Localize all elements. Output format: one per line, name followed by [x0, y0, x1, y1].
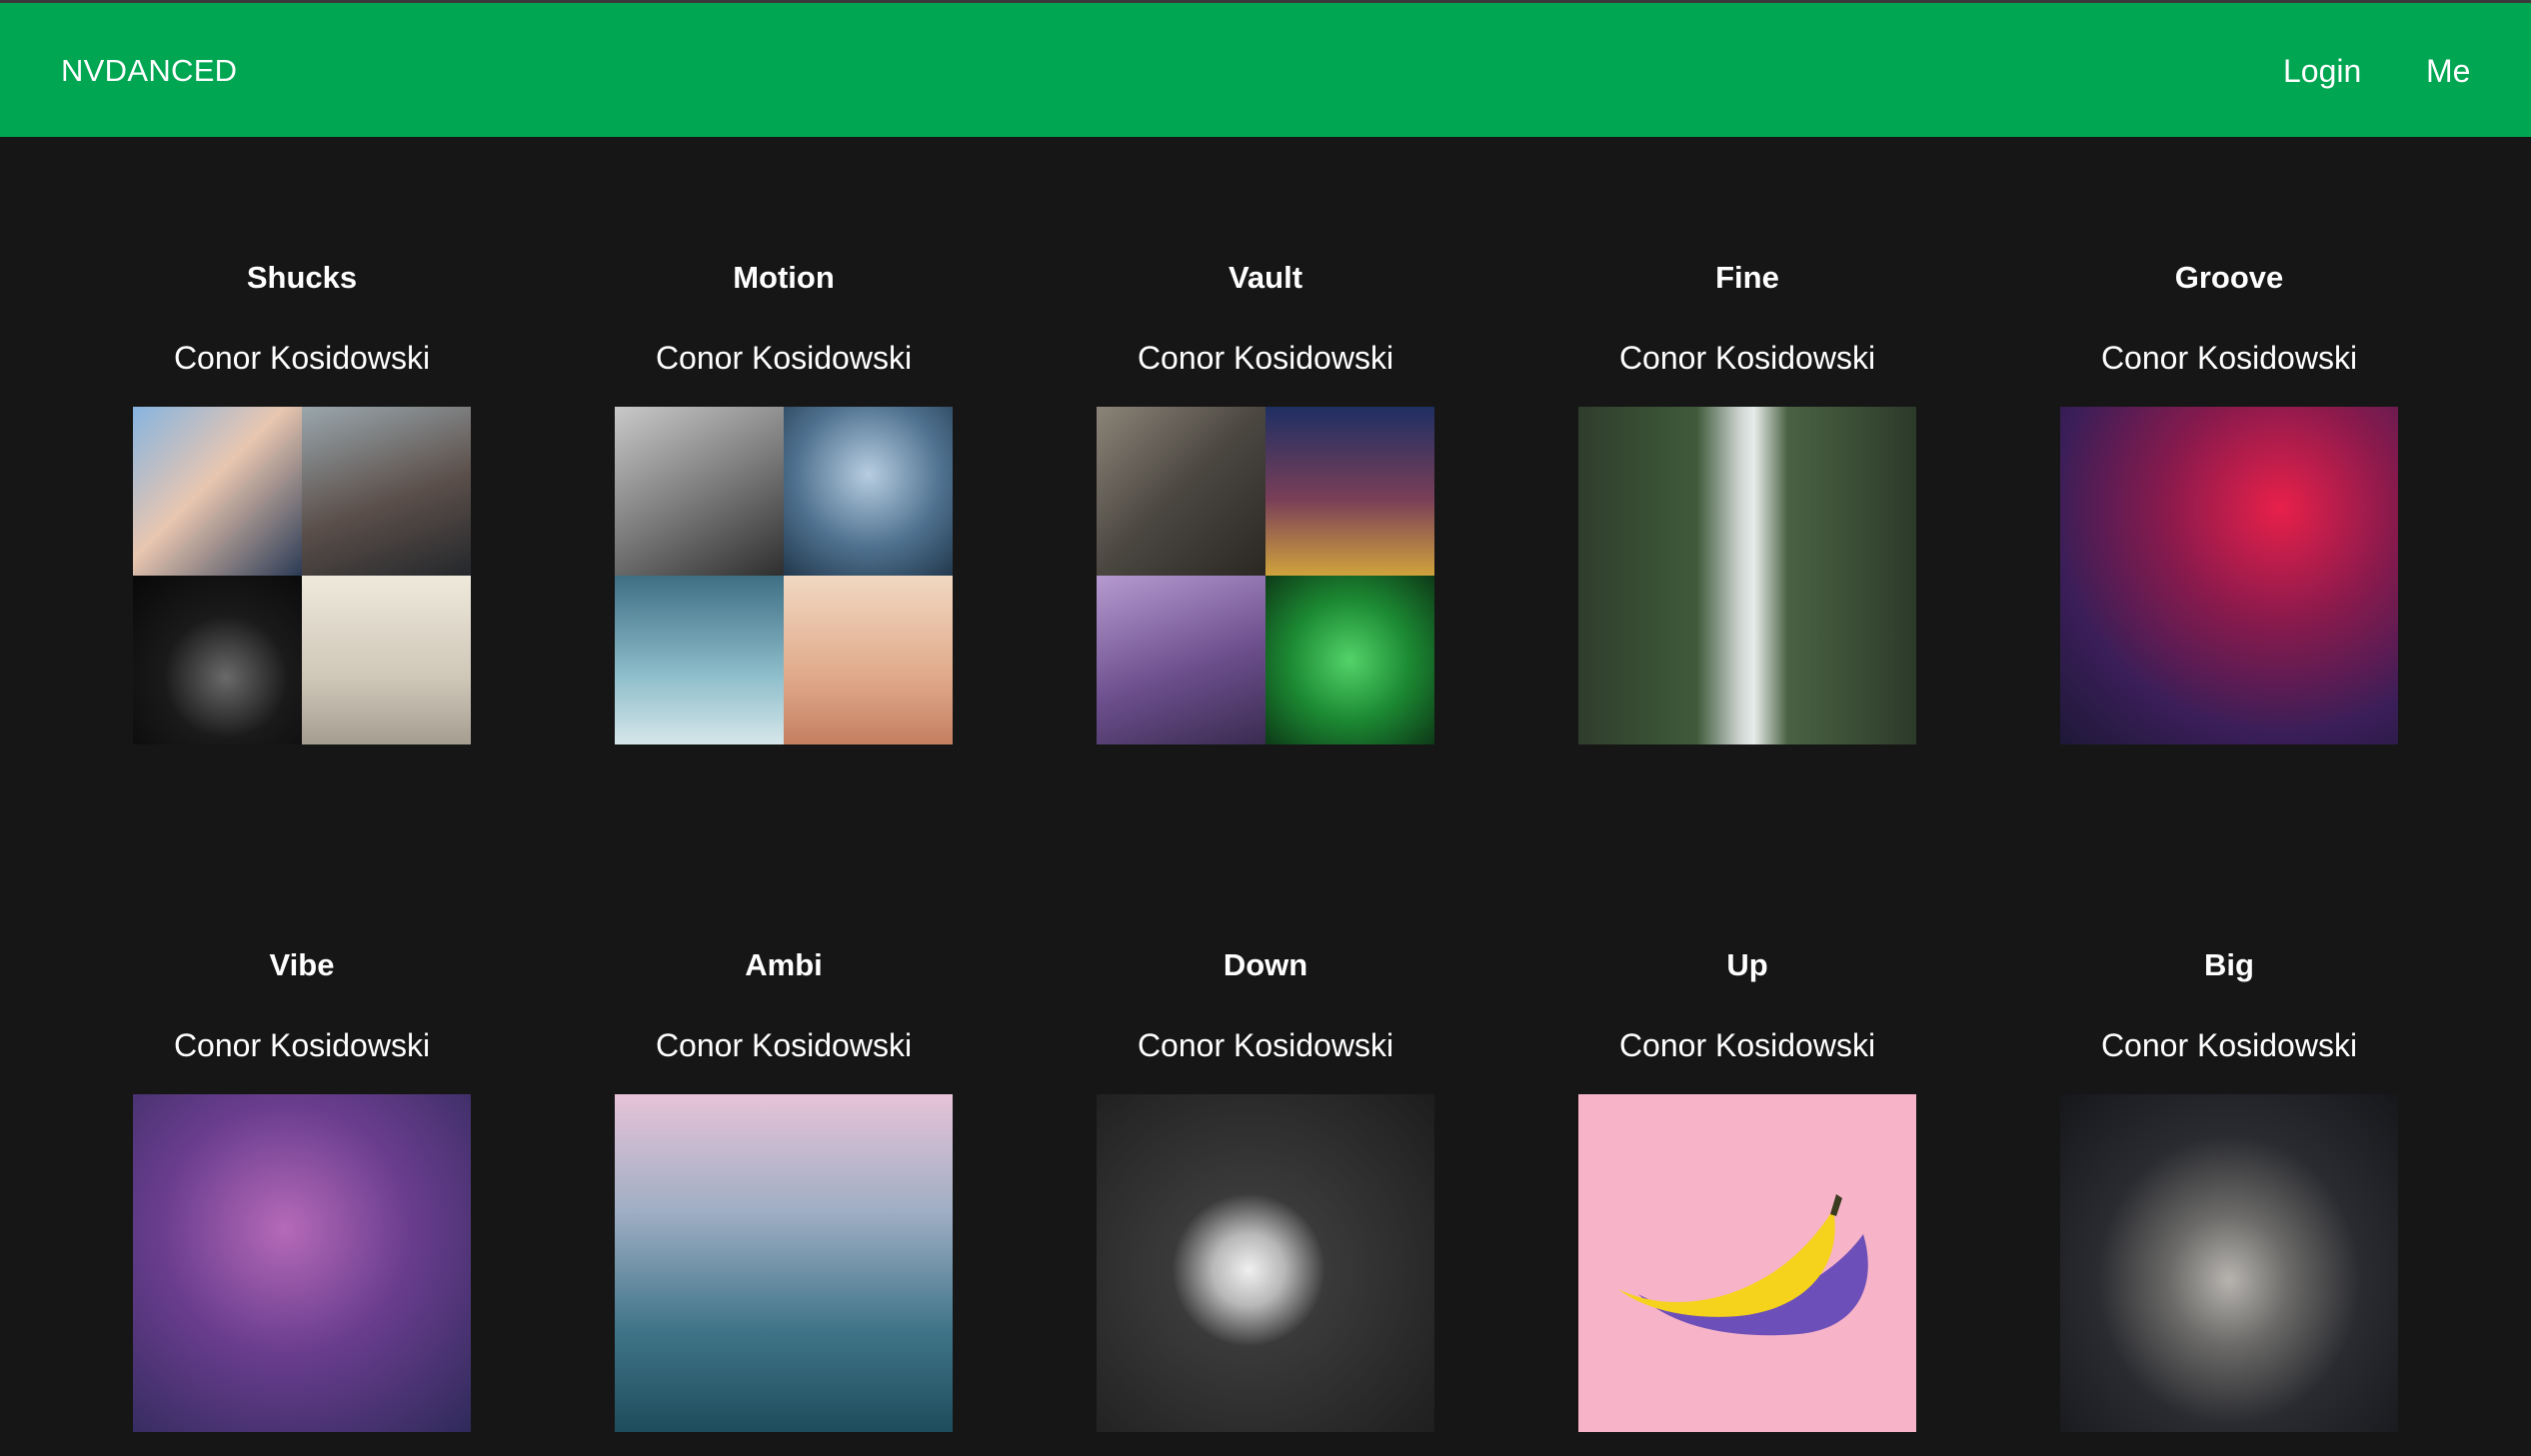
playlist-cover-groove[interactable] — [2060, 407, 2398, 744]
playlist-title: Motion — [733, 260, 835, 295]
playlist-title: Groove — [2174, 260, 2284, 295]
playlist-title: Down — [1223, 947, 1308, 982]
playlist-artist: Conor Kosidowski — [1618, 1027, 1876, 1063]
album-art-tile — [1097, 407, 1266, 576]
login-link[interactable]: Login — [2283, 53, 2361, 89]
playlist-artist: Conor Kosidowski — [1618, 340, 1876, 376]
cover-mosaic — [615, 407, 953, 744]
playlist-title: Big — [2204, 947, 2254, 982]
album-art-tile — [302, 576, 471, 744]
playlist-artist: Conor Kosidowski — [1137, 340, 1394, 376]
playlist-artist: Conor Kosidowski — [655, 1027, 913, 1063]
me-link[interactable]: Me — [2426, 53, 2470, 89]
playlist-title: Ambi — [745, 947, 823, 982]
playlist-cover-shucks[interactable] — [133, 407, 471, 744]
playlist-title: Vault — [1228, 260, 1303, 295]
album-art-tile — [784, 576, 953, 744]
album-art-tile — [1266, 576, 1434, 744]
playlist-artist: Conor Kosidowski — [173, 1027, 431, 1063]
album-art-tile — [1097, 576, 1266, 744]
playlist-title: Up — [1726, 947, 1768, 982]
album-art-tile — [133, 407, 302, 576]
playlist-cover-big[interactable] — [2060, 1094, 2398, 1432]
playlist-artist: Conor Kosidowski — [2100, 1027, 2358, 1063]
cover-mosaic — [1097, 407, 1434, 744]
album-art-tile — [784, 407, 953, 576]
playlist-cover-vault[interactable] — [1097, 407, 1434, 744]
playlist-title: Vibe — [269, 947, 335, 982]
album-art-tile — [615, 576, 784, 744]
playlist-cover-down[interactable] — [1097, 1094, 1434, 1432]
banana-art — [1618, 1194, 1868, 1336]
album-art-tile — [133, 576, 302, 744]
navbar: NVDANCED Login Me — [0, 3, 2531, 137]
playlist-artist: Conor Kosidowski — [2100, 340, 2358, 376]
playlist-artist: Conor Kosidowski — [173, 340, 431, 376]
playlist-cover-fine[interactable] — [1578, 407, 1916, 744]
playlist-artist: Conor Kosidowski — [1137, 1027, 1394, 1063]
album-art-tile — [615, 407, 784, 576]
playlist-cover-vibe[interactable] — [133, 1094, 471, 1432]
album-art-tile — [302, 407, 471, 576]
playlist-title: Shucks — [246, 260, 358, 295]
album-art-tile — [1266, 407, 1434, 576]
playlist-cover-ambi[interactable] — [615, 1094, 953, 1432]
playlist-title: Fine — [1715, 260, 1779, 295]
cover-mosaic — [133, 407, 471, 744]
playlist-cover-up[interactable] — [1578, 1094, 1916, 1432]
brand-logo-link[interactable]: NVDANCED — [61, 53, 237, 89]
playlist-artist: Conor Kosidowski — [655, 340, 913, 376]
playlist-cover-motion[interactable] — [615, 407, 953, 744]
